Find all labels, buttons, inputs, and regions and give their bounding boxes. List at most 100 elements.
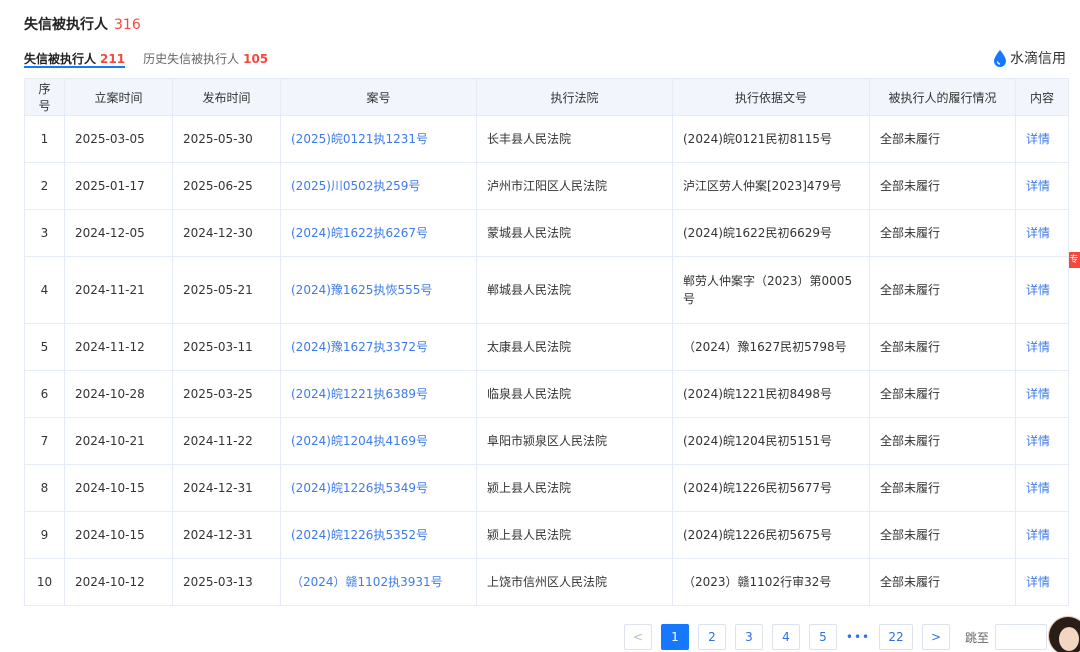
page-button-4[interactable]: 4 bbox=[772, 624, 800, 650]
publish-date: 2025-05-30 bbox=[172, 115, 281, 163]
publish-date: 2025-03-13 bbox=[172, 558, 281, 606]
court-name: 长丰县人民法院 bbox=[476, 115, 673, 163]
detail-link[interactable]: 详情 bbox=[1015, 323, 1069, 371]
detail-link[interactable]: 详情 bbox=[1015, 209, 1069, 257]
court-name: 泸州市江阳区人民法院 bbox=[476, 162, 673, 210]
detail-link[interactable]: 详情 bbox=[1015, 256, 1069, 324]
court-name: 太康县人民法院 bbox=[476, 323, 673, 371]
basis-doc-number: (2024)皖1226民初5675号 bbox=[672, 511, 870, 559]
tab-history-dishonest[interactable]: 历史失信被执行人 105 bbox=[143, 50, 268, 68]
page-button-2[interactable]: 2 bbox=[698, 624, 726, 650]
page-button-5[interactable]: 5 bbox=[809, 624, 837, 650]
detail-link[interactable]: 详情 bbox=[1015, 558, 1069, 606]
performance-status: 全部未履行 bbox=[869, 256, 1016, 324]
filing-date: 2024-10-15 bbox=[64, 464, 173, 512]
tab-dishonest-count: 211 bbox=[100, 52, 126, 66]
section-title: 失信被执行人 bbox=[24, 17, 108, 33]
table-row: 8 2024-10-15 2024-12-31 (2024)皖1226执5349… bbox=[24, 464, 1069, 512]
filing-date: 2024-12-05 bbox=[64, 209, 173, 257]
case-number-link[interactable]: (2024)皖1226执5349号 bbox=[280, 464, 477, 512]
table-row: 4 2024-11-21 2025-05-21 (2024)豫1625执恢555… bbox=[24, 256, 1069, 324]
table-row: 6 2024-10-28 2025-03-25 (2024)皖1221执6389… bbox=[24, 370, 1069, 418]
detail-link[interactable]: 详情 bbox=[1015, 417, 1069, 465]
brand-name: 水滴信用 bbox=[1010, 51, 1066, 67]
row-index: 1 bbox=[24, 115, 65, 163]
detail-link[interactable]: 详情 bbox=[1015, 370, 1069, 418]
filing-date: 2024-10-12 bbox=[64, 558, 173, 606]
publish-date: 2025-05-21 bbox=[172, 256, 281, 324]
page-button-last[interactable]: 22 bbox=[879, 624, 913, 650]
court-name: 阜阳市颍泉区人民法院 bbox=[476, 417, 673, 465]
person-avatar-icon bbox=[1049, 617, 1080, 652]
page-button-3[interactable]: 3 bbox=[735, 624, 763, 650]
tab-dishonest-label: 失信被执行人 bbox=[24, 52, 97, 66]
side-tag[interactable]: 专 bbox=[1068, 252, 1080, 268]
case-number-link[interactable]: (2025)川0502执259号 bbox=[280, 162, 477, 210]
table-row: 1 2025-03-05 2025-05-30 (2025)皖0121执1231… bbox=[24, 115, 1069, 163]
next-page-button[interactable]: > bbox=[922, 624, 950, 650]
page-button-1[interactable]: 1 bbox=[661, 624, 689, 650]
table-row: 9 2024-10-15 2024-12-31 (2024)皖1226执5352… bbox=[24, 511, 1069, 559]
case-number-link[interactable]: (2024)豫1627执3372号 bbox=[280, 323, 477, 371]
performance-status: 全部未履行 bbox=[869, 115, 1016, 163]
row-index: 3 bbox=[24, 209, 65, 257]
case-number-link[interactable]: (2025)皖0121执1231号 bbox=[280, 115, 477, 163]
tab-history-count: 105 bbox=[243, 52, 269, 66]
prev-page-button[interactable]: < bbox=[624, 624, 652, 650]
performance-status: 全部未履行 bbox=[869, 464, 1016, 512]
page-ellipsis[interactable]: ••• bbox=[846, 624, 870, 650]
performance-status: 全部未履行 bbox=[869, 370, 1016, 418]
filing-date: 2024-11-21 bbox=[64, 256, 173, 324]
col-header-court: 执行法院 bbox=[476, 78, 673, 116]
basis-doc-number: (2024)皖1204民初5151号 bbox=[672, 417, 870, 465]
case-number-link[interactable]: (2024)皖1622执6267号 bbox=[280, 209, 477, 257]
court-name: 颍上县人民法院 bbox=[476, 511, 673, 559]
jump-page-input[interactable] bbox=[995, 624, 1048, 650]
table-row: 7 2024-10-21 2024-11-22 (2024)皖1204执4169… bbox=[24, 417, 1069, 465]
publish-date: 2024-12-31 bbox=[172, 464, 281, 512]
filing-date: 2024-10-28 bbox=[64, 370, 173, 418]
case-number-link[interactable]: (2024)皖1204执4169号 bbox=[280, 417, 477, 465]
filing-date: 2025-03-05 bbox=[64, 115, 173, 163]
filing-date: 2024-10-21 bbox=[64, 417, 173, 465]
detail-link[interactable]: 详情 bbox=[1015, 162, 1069, 210]
col-header-publish-date: 发布时间 bbox=[172, 78, 281, 116]
row-index: 5 bbox=[24, 323, 65, 371]
water-drop-icon bbox=[994, 50, 1006, 67]
case-number-link[interactable]: (2024)皖1226执5352号 bbox=[280, 511, 477, 559]
case-number-link[interactable]: （2024）赣1102执3931号 bbox=[280, 558, 477, 606]
col-header-case-no: 案号 bbox=[280, 78, 477, 116]
case-number-link[interactable]: (2024)皖1221执6389号 bbox=[280, 370, 477, 418]
publish-date: 2025-03-25 bbox=[172, 370, 281, 418]
row-index: 6 bbox=[24, 370, 65, 418]
filing-date: 2025-01-17 bbox=[64, 162, 173, 210]
detail-link[interactable]: 详情 bbox=[1015, 464, 1069, 512]
tab-bar: 失信被执行人 211 历史失信被执行人 105 bbox=[24, 50, 286, 68]
court-name: 郸城县人民法院 bbox=[476, 256, 673, 324]
col-header-filing-date: 立案时间 bbox=[64, 78, 173, 116]
publish-date: 2025-03-11 bbox=[172, 323, 281, 371]
case-number-link[interactable]: (2024)豫1625执恢555号 bbox=[280, 256, 477, 324]
section-count: 316 bbox=[114, 17, 141, 33]
row-index: 7 bbox=[24, 417, 65, 465]
publish-date: 2024-12-30 bbox=[172, 209, 281, 257]
brand-logo: 水滴信用 bbox=[993, 48, 1066, 68]
col-header-index: 序号 bbox=[24, 78, 65, 116]
basis-doc-number: (2024)皖1221民初8498号 bbox=[672, 370, 870, 418]
records-table: 序号 立案时间 发布时间 案号 执行法院 执行依据文号 被执行人的履行情况 内容… bbox=[24, 78, 1069, 606]
detail-link[interactable]: 详情 bbox=[1015, 115, 1069, 163]
detail-link[interactable]: 详情 bbox=[1015, 511, 1069, 559]
performance-status: 全部未履行 bbox=[869, 417, 1016, 465]
row-index: 4 bbox=[24, 256, 65, 324]
performance-status: 全部未履行 bbox=[869, 162, 1016, 210]
col-header-performance: 被执行人的履行情况 bbox=[869, 78, 1016, 116]
court-name: 临泉县人民法院 bbox=[476, 370, 673, 418]
avatar[interactable] bbox=[1048, 616, 1080, 652]
tab-dishonest[interactable]: 失信被执行人 211 bbox=[24, 50, 126, 68]
basis-doc-number: 郸劳人仲案字（2023）第0005号 bbox=[672, 256, 870, 324]
basis-doc-number: (2024)皖0121民初8115号 bbox=[672, 115, 870, 163]
basis-doc-number: （2023）赣1102行审32号 bbox=[672, 558, 870, 606]
row-index: 8 bbox=[24, 464, 65, 512]
filing-date: 2024-11-12 bbox=[64, 323, 173, 371]
col-header-basis-doc: 执行依据文号 bbox=[672, 78, 870, 116]
